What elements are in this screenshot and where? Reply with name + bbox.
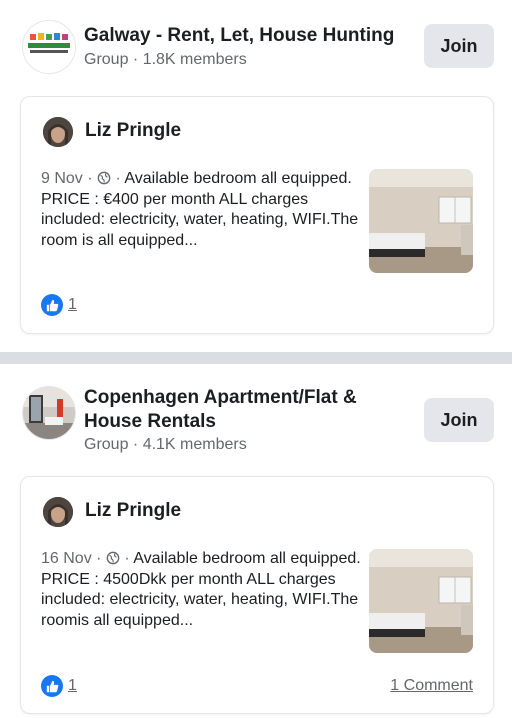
author-avatar[interactable]	[43, 117, 73, 147]
post-photo[interactable]	[369, 549, 473, 653]
like-count[interactable]: 1	[68, 677, 77, 695]
group-meta: Group · 1.8K members	[84, 51, 247, 68]
group-avatar-galway[interactable]	[22, 20, 76, 74]
bedroom-photo	[369, 549, 473, 653]
author-avatar[interactable]	[43, 497, 73, 527]
post-date[interactable]: 9 Nov	[41, 170, 83, 187]
post-preview[interactable]: Liz Pringle 9 Nov · · Available bedroom …	[20, 96, 494, 334]
post-preview[interactable]: Liz Pringle 16 Nov · · Available bedroom…	[20, 476, 494, 714]
like-thumb-icon[interactable]	[41, 294, 63, 316]
section-divider	[0, 352, 512, 364]
renting-anywhere-logo	[23, 21, 75, 73]
group-card-copenhagen: Copenhagen Apartment/Flat & House Rental…	[0, 364, 512, 718]
thumb-glyph	[46, 680, 58, 692]
group-meta: Group · 4.1K members	[84, 436, 247, 453]
group-title[interactable]: Galway - Rent, Let, House Hunting	[84, 24, 414, 48]
apartment-photo	[23, 387, 75, 439]
author-name[interactable]: Liz Pringle	[85, 500, 181, 522]
post-text: 16 Nov · · Available bedroom all equippe…	[41, 550, 361, 629]
post-photo[interactable]	[369, 169, 473, 273]
globe-icon	[106, 551, 120, 565]
group-avatar-copenhagen[interactable]	[22, 386, 76, 440]
group-card-galway: Galway - Rent, Let, House Hunting Group …	[0, 0, 512, 352]
globe-icon	[97, 171, 111, 185]
post-text: 9 Nov · · Available bedroom all equipped…	[41, 170, 359, 249]
like-count[interactable]: 1	[68, 296, 77, 314]
author-name[interactable]: Liz Pringle	[85, 120, 181, 142]
comment-count-link[interactable]: 1 Comment	[390, 677, 473, 695]
thumb-glyph	[46, 299, 58, 311]
avatar-photo	[43, 497, 73, 527]
bedroom-photo	[369, 169, 473, 273]
post-date[interactable]: 16 Nov	[41, 550, 92, 567]
group-title[interactable]: Copenhagen Apartment/Flat & House Rental…	[84, 386, 414, 434]
join-button[interactable]: Join	[424, 398, 494, 442]
join-button[interactable]: Join	[424, 24, 494, 68]
like-thumb-icon[interactable]	[41, 675, 63, 697]
avatar-photo	[43, 117, 73, 147]
